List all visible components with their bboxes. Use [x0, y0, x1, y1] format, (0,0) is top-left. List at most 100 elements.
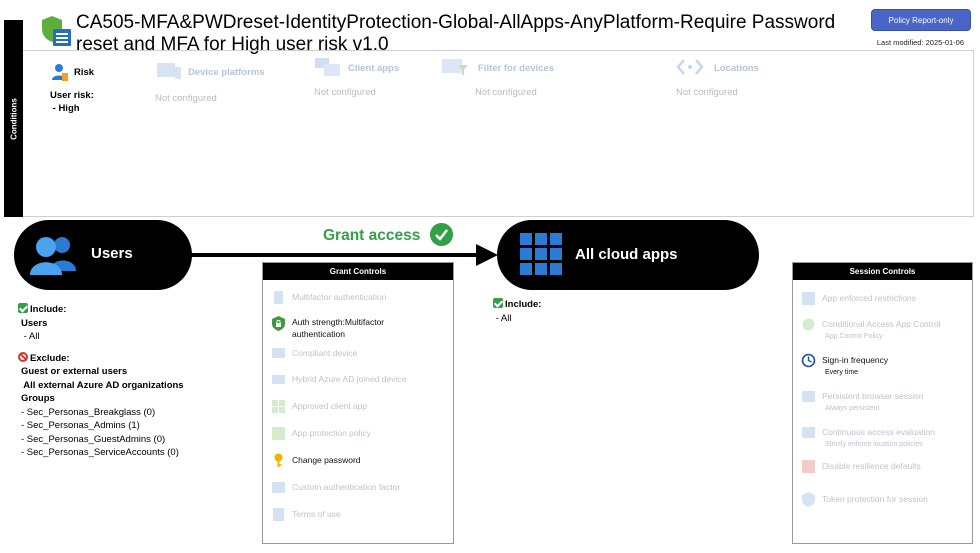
all-cloud-apps-pill: All cloud apps	[497, 220, 759, 290]
condition-name: Locations	[714, 63, 759, 74]
grant-access-label: Grant access	[323, 227, 421, 244]
last-modified: Last modified: 2025-01-06	[876, 38, 964, 47]
condition-name: Device platforms	[188, 67, 265, 78]
grant-item-label: App protection policy	[292, 427, 371, 438]
grant-compliant-device: Compliant device	[271, 346, 357, 361]
users-include-line: - All	[21, 331, 40, 342]
session-item-sub: Strictly enforce location policies	[825, 441, 923, 448]
user-risk-level: - High	[50, 103, 80, 114]
grant-hybrid-joined: Hybrid Azure AD joined device	[271, 372, 406, 387]
apps-include-label: Include:	[505, 299, 542, 310]
condition-status: Not configured	[314, 87, 376, 98]
session-signin-frequency: Sign-in frequency Every time	[801, 353, 888, 376]
session-app-control: Conditional Access App Control App Contr…	[801, 317, 941, 340]
grant-item-label: Auth strength:Multifactor authentication	[292, 317, 385, 339]
users-assignments: Include: Users - All Exclude: Guest or e…	[18, 303, 184, 460]
include-check-icon	[493, 298, 503, 308]
excluded-group: - Sec_Personas_Admins (1)	[21, 420, 140, 431]
resilience-icon	[802, 460, 815, 473]
grant-item-label: Hybrid Azure AD joined device	[292, 373, 407, 384]
excluded-group: - Sec_Personas_ServiceAccounts (0)	[21, 447, 179, 458]
session-item-sub: Every time	[825, 369, 859, 376]
users-icon	[30, 237, 76, 275]
lock-shield-icon	[272, 316, 285, 331]
app-protection-icon	[272, 427, 285, 440]
filter-devices-icon	[442, 59, 468, 75]
condition-status: Not configured	[155, 93, 217, 104]
grant-item-label: Multifactor authentication	[292, 291, 387, 302]
grant-approved-app: Approved client app	[271, 399, 367, 414]
conditions-panel	[4, 50, 974, 217]
custom-factor-icon	[272, 482, 285, 493]
policy-report-only-button[interactable]: Policy Report-only	[871, 9, 971, 31]
approved-app-icon	[272, 400, 285, 413]
excluded-group: - Sec_Personas_GuestAdmins (0)	[21, 433, 166, 445]
check-circle-icon	[430, 223, 453, 246]
flow-arrow	[188, 253, 478, 257]
token-shield-icon	[802, 492, 815, 507]
condition-name: Filter for devices	[478, 63, 555, 74]
session-app-enforced: App enforced restrictions	[801, 291, 916, 306]
condition-name: Client apps	[348, 63, 400, 74]
clock-icon	[801, 353, 816, 368]
grant-item-label: Compliant device	[292, 347, 358, 358]
app-enforced-icon	[802, 292, 815, 305]
include-check-icon	[18, 303, 28, 313]
users-exclude-line: Guest or external users	[21, 366, 128, 377]
grant-app-protection: App protection policy	[271, 426, 371, 441]
grant-item-label: Terms of use	[292, 508, 341, 519]
session-item-label: Conditional Access App Control	[822, 318, 941, 329]
key-icon	[274, 453, 283, 467]
session-item-sub: App Control Policy	[825, 333, 883, 340]
grant-controls-header: Grant Controls	[263, 263, 453, 280]
conditions-tab: Conditions	[4, 20, 23, 217]
browser-icon	[802, 391, 815, 402]
user-risk-value: User risk: - High	[50, 89, 94, 115]
grant-controls-panel: Grant Controls Multifactor authenticatio…	[262, 262, 454, 544]
session-item-label: Continuous access evaluation	[822, 426, 935, 437]
session-item-sub: Always persistent	[825, 405, 880, 412]
session-item-label: Sign-in frequency	[822, 354, 889, 365]
session-item-label: App enforced restrictions	[822, 292, 917, 303]
session-controls-header: Session Controls	[793, 263, 972, 280]
users-exclude-label: Exclude:	[30, 352, 70, 364]
cae-icon	[802, 427, 815, 438]
users-exclude-line: Groups	[21, 393, 55, 404]
users-label: Users	[91, 245, 133, 262]
condition-status: Not configured	[475, 87, 537, 98]
compliant-device-icon	[272, 348, 285, 358]
apps-grid-icon	[520, 233, 562, 275]
exclude-ban-icon	[18, 351, 28, 362]
grant-item-label: Approved client app	[292, 400, 368, 411]
grant-terms-of-use: Terms of use	[271, 507, 341, 522]
grant-custom-factor: Custom authentication factor	[271, 480, 400, 495]
hybrid-device-icon	[272, 375, 285, 384]
policy-shield-icon	[42, 16, 71, 46]
grant-change-password: Change password	[271, 453, 361, 468]
terms-of-use-icon	[273, 508, 284, 521]
mfa-icon	[274, 291, 283, 304]
session-token-protection: Token protection for session	[801, 492, 928, 507]
risk-label: Risk	[74, 67, 95, 78]
grant-item-label: Change password	[292, 454, 361, 465]
risk-user-icon	[52, 64, 68, 81]
conditions-tab-label: Conditions	[9, 97, 18, 140]
users-exclude-line: All external Azure AD organizations	[21, 379, 184, 391]
session-cae: Continuous access evaluation Strictly en…	[801, 425, 935, 448]
locations-icon	[676, 59, 704, 75]
flow-arrow-head	[476, 244, 498, 266]
users-pill: Users	[14, 220, 192, 290]
app-control-icon	[802, 318, 815, 331]
excluded-group: - Sec_Personas_Breakglass (0)	[21, 406, 156, 418]
users-include-label: Include:	[30, 304, 67, 315]
grant-item-label: Custom authentication factor	[292, 481, 401, 492]
condition-status: Not configured	[676, 87, 738, 98]
session-item-label: Token protection for session	[822, 493, 928, 504]
session-controls-panel: Session Controls App enforced restrictio…	[792, 262, 973, 544]
apps-assignments: Include: - All	[493, 298, 541, 325]
session-persistent-browser: Persistent browser session Always persis…	[801, 389, 924, 412]
grant-auth-strength: Auth strength:Multifactor authentication	[271, 316, 437, 340]
grant-mfa: Multifactor authentication	[271, 290, 387, 305]
users-include-line: Users	[21, 317, 48, 329]
device-platforms-icon	[157, 63, 181, 79]
